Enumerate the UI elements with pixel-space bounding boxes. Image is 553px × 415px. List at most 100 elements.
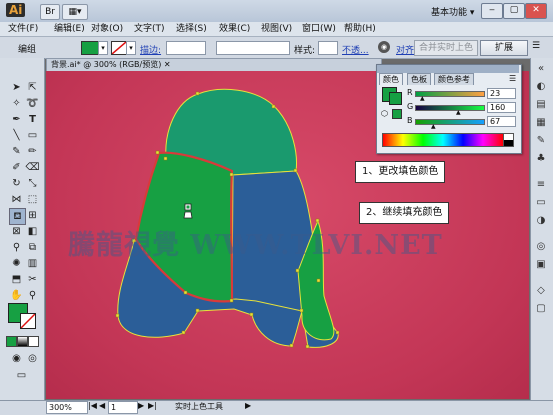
recolor-artwork-icon[interactable]: ◉	[378, 41, 390, 53]
eyedropper-tool-icon[interactable]: ⚲	[9, 240, 24, 255]
mesh-tool-icon[interactable]: ⊠	[9, 224, 24, 239]
stroke-dropdown-arrow[interactable]: ▾	[126, 41, 136, 55]
minimize-button[interactable]: ‒	[481, 3, 503, 19]
align-link[interactable]: 对齐	[396, 43, 414, 56]
draw-normal-icon[interactable]: ◉	[9, 351, 24, 366]
rectangle-tool-icon[interactable]: ▭	[25, 128, 40, 143]
stroke-color-swatch[interactable]	[111, 41, 127, 55]
menu-view[interactable]: 视图(V)	[259, 23, 294, 35]
menu-effect[interactable]: 效果(C)	[217, 23, 252, 35]
channel-b-slider[interactable]	[415, 119, 485, 125]
appearance-panel-icon[interactable]: ◎	[534, 240, 548, 254]
lasso-tool-icon[interactable]: ➰	[25, 96, 40, 111]
width-tool-icon[interactable]: ⋈	[9, 192, 24, 207]
black-white-swatch[interactable]	[503, 133, 514, 147]
free-transform-tool-icon[interactable]: ⬚	[25, 192, 40, 207]
opacity-link[interactable]: 不透...	[342, 43, 369, 56]
document-tab[interactable]: 背景.ai* @ 300% (RGB/预览) ✕	[46, 58, 382, 72]
layers-panel-icon[interactable]: ◇	[534, 284, 548, 298]
expand-button[interactable]: 扩展	[480, 40, 528, 56]
previous-artboard-icon[interactable]: ◀	[99, 401, 105, 410]
pen-tool-icon[interactable]: ✒	[9, 112, 24, 127]
first-artboard-icon[interactable]: |◀	[88, 401, 97, 410]
menu-edit[interactable]: 编辑(E)	[52, 23, 87, 35]
arrange-documents-icon[interactable]: ▦▾	[62, 4, 88, 20]
tab-color-guide[interactable]: 颜色参考	[434, 73, 474, 85]
live-paint-bucket-tool-icon[interactable]: ⛾	[9, 208, 26, 225]
brushes-panel-icon[interactable]: ✎	[534, 134, 548, 148]
dock-collapse-icon[interactable]: «	[534, 62, 548, 76]
gradient-mode-icon[interactable]	[17, 336, 28, 347]
menu-select[interactable]: 选择(S)	[174, 23, 209, 35]
screen-mode-icon[interactable]: ▭	[14, 368, 29, 383]
close-tab-icon[interactable]: ✕	[164, 60, 171, 69]
panel-menu-icon[interactable]: ☰	[509, 74, 516, 83]
artboard-number-field[interactable]: 1	[108, 401, 138, 414]
last-artboard-icon[interactable]: ▶|	[148, 401, 157, 410]
blend-tool-icon[interactable]: ⧉	[25, 240, 40, 255]
menu-help[interactable]: 帮助(H)	[342, 23, 378, 35]
stroke-weight-field[interactable]	[166, 41, 206, 55]
channel-r-value[interactable]: 23	[487, 88, 516, 99]
line-tool-icon[interactable]: ╲	[9, 128, 24, 143]
menu-object[interactable]: 对象(O)	[89, 23, 125, 35]
channel-b-value[interactable]: 67	[487, 116, 516, 127]
blob-brush-tool-icon[interactable]: ✐	[9, 160, 24, 175]
pencil-tool-icon[interactable]: ✏	[25, 144, 40, 159]
gradient-panel-icon[interactable]: ▭	[534, 196, 548, 210]
selection-tool-icon[interactable]: ➤	[9, 80, 24, 95]
workspace-switcher[interactable]: 基本功能 ▾	[431, 5, 474, 18]
transparency-panel-icon[interactable]: ◑	[534, 214, 548, 228]
artboard-tool-icon[interactable]: ⬒	[9, 272, 24, 287]
stroke-weight-link[interactable]: 描边:	[140, 43, 161, 56]
paintbrush-tool-icon[interactable]: ✎	[9, 144, 24, 159]
magic-wand-tool-icon[interactable]: ✧	[9, 96, 24, 111]
channel-g-slider[interactable]	[415, 105, 485, 111]
zoom-tool-icon[interactable]: ⚲	[25, 288, 40, 303]
hand-tool-icon[interactable]: ✋	[9, 288, 24, 303]
closest-color-swatch[interactable]	[392, 109, 402, 119]
tab-swatches[interactable]: 色板	[407, 73, 431, 85]
merge-live-paint-button[interactable]: 合并实时上色	[414, 40, 478, 56]
type-tool-icon[interactable]: T	[25, 112, 40, 127]
channel-r-slider[interactable]	[415, 91, 485, 97]
restore-button[interactable]: ▢	[503, 3, 525, 19]
rotate-tool-icon[interactable]: ↻	[9, 176, 24, 191]
color-panel-header[interactable]	[377, 65, 519, 73]
panel-stroke-swatch[interactable]	[389, 92, 402, 105]
color-mode-icon[interactable]	[6, 336, 17, 347]
color-panel-icon[interactable]: ◐	[534, 80, 548, 94]
graphic-style-dropdown[interactable]	[318, 41, 338, 55]
stroke-color-box[interactable]	[20, 313, 36, 329]
out-of-gamut-icon[interactable]: ⬡	[381, 109, 388, 118]
menu-type[interactable]: 文字(T)	[132, 23, 167, 35]
variable-width-profile[interactable]	[216, 41, 290, 55]
swatches-panel-icon[interactable]: ▦	[534, 116, 548, 130]
artboards-panel-icon[interactable]: ▢	[534, 302, 548, 316]
channel-r-handle-icon[interactable]: ▲	[420, 95, 425, 102]
fill-dropdown-arrow[interactable]: ▾	[98, 41, 108, 55]
symbol-sprayer-tool-icon[interactable]: ✺	[9, 256, 24, 271]
stroke-panel-icon[interactable]: ≡	[534, 178, 548, 192]
channel-g-value[interactable]: 160	[487, 102, 516, 113]
close-button[interactable]: ✕	[525, 3, 547, 19]
none-mode-icon[interactable]	[28, 336, 39, 347]
column-graph-tool-icon[interactable]: ▥	[25, 256, 40, 271]
channel-b-handle-icon[interactable]: ▲	[431, 123, 436, 130]
tab-color[interactable]: 颜色	[379, 73, 403, 85]
gradient-tool-icon[interactable]: ◧	[25, 224, 40, 239]
zoom-level-field[interactable]: 300%	[46, 401, 88, 414]
menu-file[interactable]: 文件(F)	[6, 23, 40, 35]
color-guide-panel-icon[interactable]: ▤	[534, 98, 548, 112]
menu-window[interactable]: 窗口(W)	[300, 23, 338, 35]
direct-selection-tool-icon[interactable]: ⇱	[25, 80, 40, 95]
slice-tool-icon[interactable]: ✂	[25, 272, 40, 287]
fill-color-swatch[interactable]	[81, 41, 99, 55]
symbols-panel-icon[interactable]: ♣	[534, 152, 548, 166]
control-panel-menu-icon[interactable]: ☰	[532, 41, 540, 51]
bridge-icon[interactable]: Br	[40, 4, 60, 20]
status-menu-arrow-icon[interactable]: ▶	[245, 401, 251, 410]
draw-behind-icon[interactable]: ◎	[25, 351, 40, 366]
perspective-grid-tool-icon[interactable]: ⊞	[25, 208, 40, 223]
color-spectrum-bar[interactable]	[382, 133, 504, 147]
